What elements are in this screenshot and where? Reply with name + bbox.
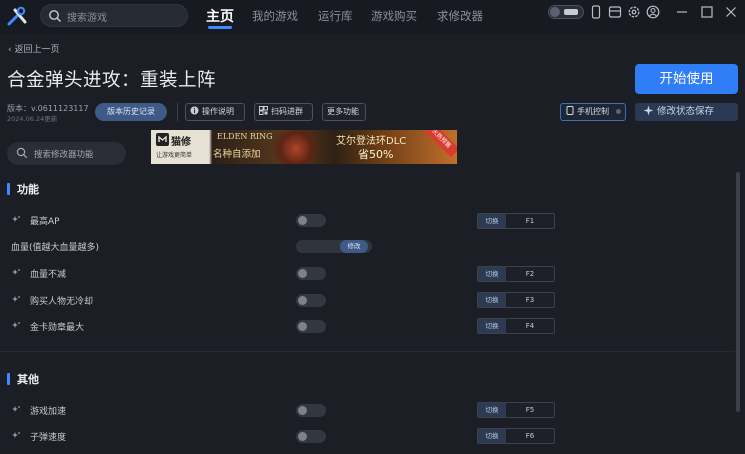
- game-search-box[interactable]: 搜索游戏: [40, 4, 188, 27]
- hotkey-box[interactable]: 切换 F3: [477, 292, 555, 308]
- version-date: 2024.06.24更新: [7, 115, 58, 123]
- sparkle-icon: [643, 105, 654, 116]
- window-icon[interactable]: [608, 5, 622, 19]
- hotkey-key: F6: [525, 432, 535, 440]
- nav-game-purchase[interactable]: 游戏购买: [371, 8, 417, 24]
- hotkey-key: F3: [525, 296, 535, 304]
- feature-label: 游戏加速: [30, 407, 67, 417]
- close-icon[interactable]: [724, 5, 738, 19]
- nav-my-games[interactable]: 我的游戏: [252, 8, 298, 24]
- hotkey-box[interactable]: 切换 F5: [477, 402, 555, 418]
- qr-code-icon: [259, 106, 268, 115]
- banner-tag: 火热预售: [422, 130, 457, 158]
- hotkey-key: F5: [525, 406, 535, 414]
- feature-search-box[interactable]: 搜索修改器功能: [7, 142, 126, 165]
- minimize-icon[interactable]: [675, 5, 689, 19]
- feature-label: 金卡勋章最大: [30, 323, 85, 333]
- hotkey-action: 切换: [478, 293, 506, 307]
- hotkey-key: F2: [525, 270, 535, 278]
- scan-join-group-label: 扫码进群: [271, 107, 303, 116]
- feature-label: 血量不减: [30, 270, 67, 280]
- feature-label: 购买人物无冷却: [30, 297, 94, 307]
- section-title-features: 功能: [17, 183, 39, 196]
- instructions-label: 操作说明: [202, 107, 234, 116]
- nav-active-indicator: [208, 26, 232, 29]
- section-marker: [7, 183, 10, 195]
- phone-icon[interactable]: [589, 5, 603, 19]
- hotkey-action: 切换: [478, 267, 506, 281]
- phone-icon: [566, 106, 574, 115]
- feature-toggle-no-cooldown[interactable]: [296, 294, 326, 307]
- scan-join-group-button[interactable]: 扫码进群: [254, 103, 313, 121]
- hotkey-key: F4: [525, 322, 535, 330]
- hp-value-slider[interactable]: 修改: [296, 240, 372, 253]
- back-label: 返回上一页: [14, 45, 60, 55]
- maximize-icon[interactable]: [700, 5, 714, 19]
- feature-toggle-bullet-speed[interactable]: [296, 430, 326, 443]
- section-title-other: 其他: [17, 373, 39, 386]
- banner-game-name: ELDEN RING: [217, 132, 273, 141]
- section-marker: [7, 373, 10, 385]
- feature-toggle-max-ap[interactable]: [296, 214, 326, 227]
- hotkey-box[interactable]: 切换 F4: [477, 318, 555, 334]
- scrollbar[interactable]: [736, 172, 740, 412]
- hotkey-action: 切换: [478, 403, 506, 417]
- nav-home[interactable]: 主页: [206, 6, 234, 26]
- sparkle-icon: [12, 269, 20, 275]
- banner-dlc-title: 艾尔登法环DLC: [336, 136, 407, 147]
- version-history-button[interactable]: 版本历史记录: [95, 103, 167, 121]
- hotkey-action: 切换: [478, 429, 506, 443]
- instructions-button[interactable]: 操作说明: [185, 103, 245, 121]
- feature-toggle-hp-no-decrease[interactable]: [296, 267, 326, 280]
- feature-label: 子弹速度: [30, 433, 67, 443]
- banner-brand: 猫修: [171, 137, 191, 148]
- save-state-label: 修改状态保存: [657, 106, 715, 117]
- banner-tagline: 名种自添加: [213, 149, 261, 160]
- brand-logo-icon: [156, 133, 169, 146]
- more-features-button[interactable]: 更多功能: [322, 103, 366, 121]
- hotkey-action: 切换: [478, 319, 506, 333]
- section-divider: [0, 351, 735, 352]
- app-logo-icon: [7, 6, 27, 26]
- sparkle-icon: [12, 406, 20, 412]
- sparkle-icon: [12, 322, 20, 328]
- sparkle-icon: [12, 216, 20, 222]
- phone-control-button[interactable]: 手机控制: [560, 103, 626, 121]
- hotkey-box[interactable]: 切换 F2: [477, 266, 555, 282]
- save-state-button[interactable]: 修改状态保存: [635, 103, 738, 121]
- search-placeholder: 搜索游戏: [67, 13, 107, 24]
- game-title: 合金弹头进攻：重装上阵: [7, 70, 217, 91]
- title-bar: 搜索游戏 主页 我的游戏 运行库 游戏购买 求修改器: [0, 0, 745, 34]
- more-features-label: 更多功能: [327, 107, 359, 116]
- toolbar-divider: [177, 103, 178, 121]
- hotkey-key: F1: [525, 217, 535, 225]
- settings-icon[interactable]: [627, 5, 641, 19]
- hotkey-action: 切换: [478, 214, 506, 228]
- info-icon: [190, 106, 199, 115]
- sparkle-icon: [12, 296, 20, 302]
- vip-badge-icon[interactable]: [548, 5, 584, 19]
- banner-character-art: [266, 130, 326, 164]
- start-button[interactable]: 开始使用: [635, 64, 738, 94]
- status-dot-icon: [616, 109, 621, 114]
- sparkle-icon: [12, 432, 20, 438]
- feature-label: 血量(值越大血量越多): [11, 243, 100, 253]
- back-link[interactable]: ‹ 返回上一页: [8, 42, 59, 55]
- search-icon: [49, 10, 61, 22]
- feature-toggle-game-speed[interactable]: [296, 404, 326, 417]
- user-icon[interactable]: [646, 5, 660, 19]
- feature-label: 最高AP: [30, 217, 60, 227]
- nav-runtime-library[interactable]: 运行库: [318, 8, 353, 24]
- ad-banner[interactable]: 猫修 让游戏更简单 ELDEN RING 名种自添加 艾尔登法环DLC 省50%…: [151, 130, 457, 164]
- hotkey-box[interactable]: 切换 F1: [477, 213, 555, 229]
- nav-request-trainer[interactable]: 求修改器: [437, 8, 483, 24]
- banner-discount: 省50%: [358, 148, 394, 161]
- banner-slogan: 让游戏更简单: [156, 152, 193, 159]
- search-icon: [16, 147, 28, 159]
- hp-modify-button[interactable]: 修改: [340, 240, 368, 253]
- feature-search-placeholder: 搜索修改器功能: [34, 150, 94, 160]
- phone-control-label: 手机控制: [577, 107, 609, 116]
- hotkey-box[interactable]: 切换 F6: [477, 428, 555, 444]
- feature-toggle-gold-medal-max[interactable]: [296, 320, 326, 333]
